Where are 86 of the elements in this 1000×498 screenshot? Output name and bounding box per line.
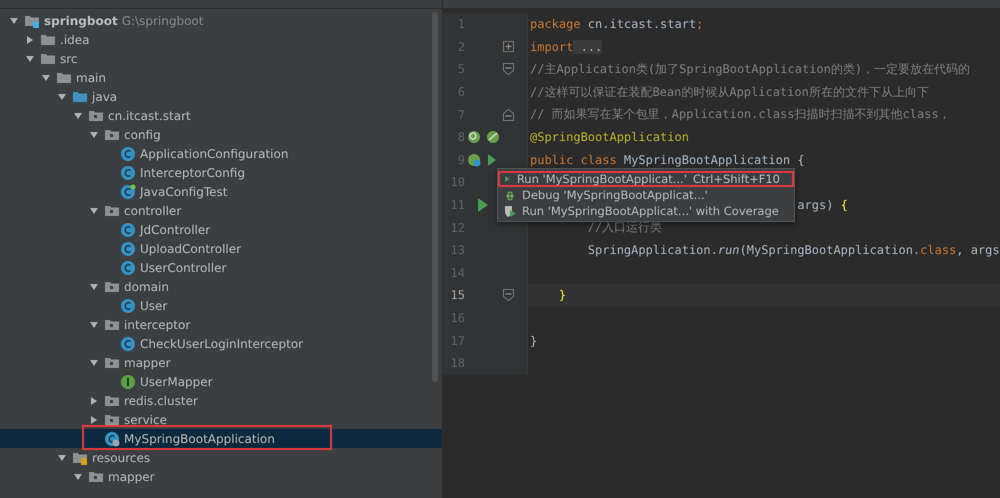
folder-icon [104, 280, 120, 294]
class-icon [120, 336, 136, 352]
expanded-arrow-icon[interactable] [56, 92, 68, 102]
code-line: args) { [797, 198, 848, 212]
spring-bean-icons[interactable] [467, 129, 501, 146]
class-icon [120, 260, 136, 276]
tree-item[interactable]: JavaConfigTest [0, 182, 442, 201]
tree-item[interactable]: CheckUserLoginInterceptor [0, 334, 442, 353]
tree-item[interactable]: InterceptorConfig [0, 163, 442, 182]
expanded-arrow-icon[interactable] [8, 16, 20, 26]
expanded-arrow-icon[interactable] [88, 206, 100, 216]
tree-item[interactable]: UserMapper [0, 372, 442, 391]
class-icon [120, 240, 136, 256]
code-line: //主Application类(加了SpringBootApplication的类)，一定要放在代码的 [530, 60, 970, 78]
tree-item[interactable]: redis.cluster [0, 391, 442, 410]
class-icon [104, 430, 120, 446]
bug-icon [504, 189, 516, 201]
tree-item[interactable]: service [0, 410, 442, 429]
tree-item[interactable]: mapper [0, 353, 442, 372]
expanded-arrow-icon[interactable] [24, 54, 36, 64]
tree-item[interactable]: UploadController [0, 239, 442, 258]
tree-item[interactable]: JdController [0, 220, 442, 239]
tree-item[interactable]: domain [0, 277, 442, 296]
menu-item[interactable]: Run 'MySpringBootApplicat...' Ctrl+Shift+F10 [498, 171, 794, 187]
folder-icon [104, 394, 120, 408]
fold-collapse-icon[interactable] [503, 289, 514, 302]
class-icon [120, 298, 136, 314]
code-line: // 而如果写在某个包里，Application.class扫描时扫描不到其他class， [530, 106, 951, 124]
tree-item[interactable]: User [0, 296, 442, 315]
fold-collapse-icon[interactable] [503, 63, 514, 76]
class-icon [120, 184, 136, 200]
code-line: } [530, 334, 538, 348]
tree-item[interactable]: .idea [0, 30, 442, 49]
expanded-arrow-icon[interactable] [56, 452, 68, 462]
expanded-arrow-icon[interactable] [72, 110, 84, 120]
class-icon [120, 164, 136, 180]
menu-item[interactable]: Run 'MySpringBootApplicat...' with Coverage [498, 203, 794, 219]
code-line: package cn.itcast.start; [530, 17, 704, 32]
code-line: //这样可以保证在装配Bean的时候从Application所在的文件下从上向下 [530, 84, 929, 101]
code-line: SpringApplication.run(MySpringBootApplication.class, args [588, 243, 1000, 258]
expanded-arrow-icon[interactable] [72, 472, 84, 482]
shield-run-icon [504, 205, 516, 217]
tree-item[interactable]: interceptor [0, 315, 442, 334]
tree-item[interactable]: mapper [0, 467, 442, 486]
expanded-arrow-icon[interactable] [88, 282, 100, 292]
tree-item[interactable]: cn.itcast.start [0, 106, 442, 125]
folder-icon [104, 318, 120, 332]
folder-icon [72, 90, 88, 104]
folder-icon [104, 356, 120, 370]
code-line: } [558, 288, 566, 302]
folder-icon [24, 14, 40, 28]
line-number: 15 [450, 288, 465, 302]
folder-icon [40, 32, 56, 46]
tree-item[interactable]: config [0, 125, 442, 144]
tree-item[interactable]: springboot G:\springboot [0, 11, 442, 30]
tree-item[interactable]: ApplicationConfiguration [0, 144, 442, 163]
folder-icon [56, 70, 72, 84]
tree-item[interactable]: resources [0, 448, 442, 467]
run-icon [504, 173, 511, 185]
expanded-arrow-icon[interactable] [88, 320, 100, 330]
folder-icon [40, 52, 56, 66]
code-line: public class MySpringBootApplication { [530, 152, 805, 167]
project-path: G:\springboot [122, 14, 204, 28]
tree-item[interactable]: java [0, 87, 442, 106]
folder-icon [88, 470, 104, 484]
menu-item[interactable]: Debug 'MySpringBootApplicat...' [498, 187, 794, 203]
expanded-arrow-icon[interactable] [40, 72, 52, 82]
code-line: import ... [530, 40, 602, 54]
folder-icon [104, 204, 120, 218]
folder-icon [104, 128, 120, 142]
fold-end-icon[interactable] [503, 108, 514, 121]
class-icon [120, 222, 136, 238]
class-icon [120, 146, 136, 162]
fold-expand-icon[interactable] [503, 41, 514, 52]
folder-icon [88, 108, 104, 122]
expanded-arrow-icon[interactable] [88, 358, 100, 368]
tree-item[interactable]: src [0, 49, 442, 68]
code-line: //入口运行类 [588, 219, 662, 236]
code-line: @SpringBootApplication [530, 130, 689, 144]
tree-item[interactable]: controller [0, 201, 442, 220]
folder-icon [104, 412, 120, 426]
class-icon [120, 374, 136, 390]
tree-item[interactable]: UserController [0, 258, 442, 277]
expanded-arrow-icon[interactable] [88, 130, 100, 140]
tree-item[interactable]: main [0, 68, 442, 87]
folder-icon [72, 450, 88, 464]
